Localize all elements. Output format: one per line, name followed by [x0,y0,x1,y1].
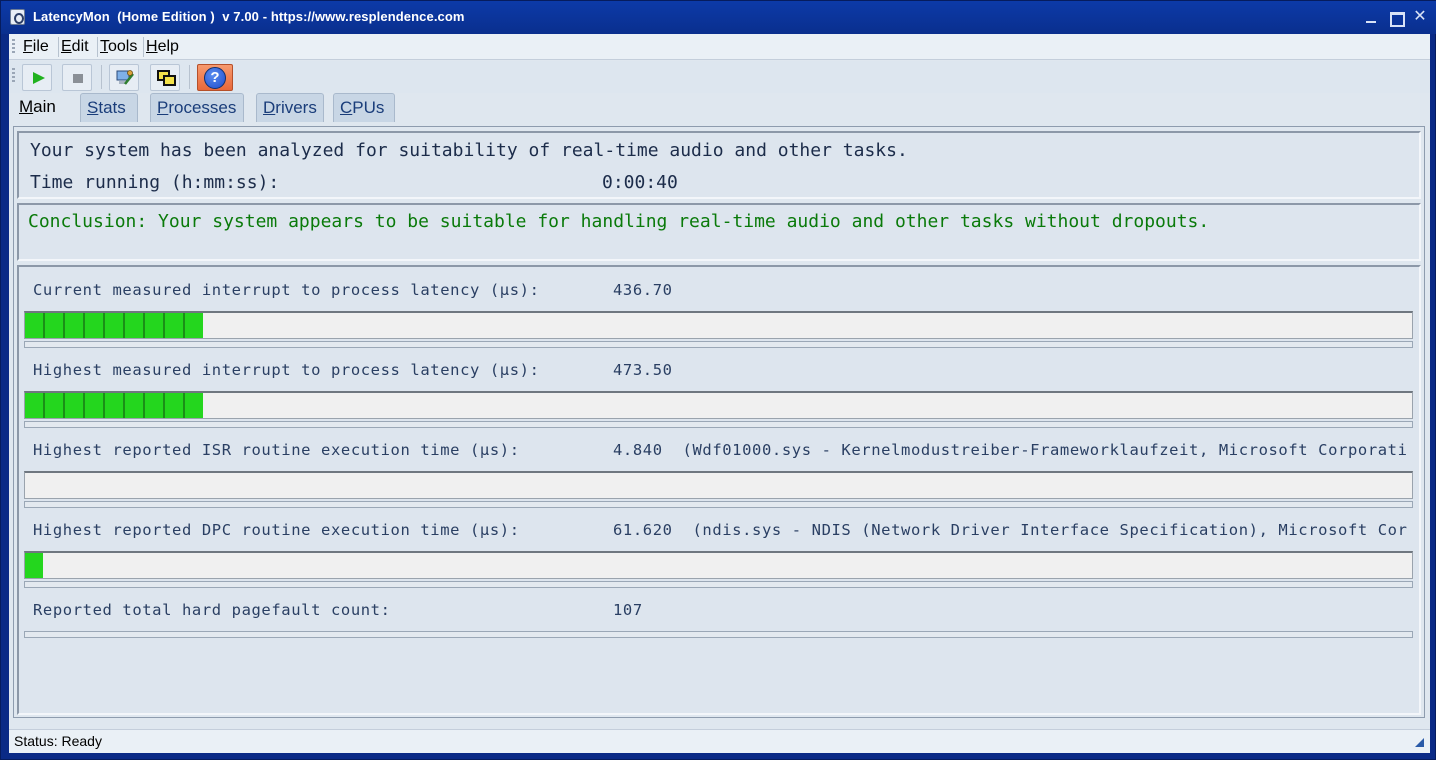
bar-underline [24,341,1413,348]
tab-drivers[interactable]: Drivers [256,93,324,122]
client-area: File Edit Tools Help ? Main Stats Proces… [9,34,1430,753]
toolbar: ? [9,61,1430,93]
maximize-button[interactable] [1386,8,1406,27]
status-text: Status: Ready [14,733,102,749]
app-window: LatencyMon (Home Edition ) v 7.00 - http… [0,0,1436,760]
close-button[interactable]: ✕ [1410,8,1430,26]
menu-divider [58,37,59,57]
metric-label: Highest reported ISR routine execution t… [33,441,520,459]
menu-edit[interactable]: Edit [61,38,89,56]
tab-processes[interactable]: Processes [150,93,244,122]
analysis-text: Your system has been analyzed for suitab… [30,140,908,161]
play-icon [33,72,45,84]
toolbar-grip [12,68,15,84]
menu-bar: File Edit Tools Help [9,34,1430,60]
analysis-summary-box: Your system has been analyzed for suitab… [17,131,1421,199]
window-title: LatencyMon (Home Edition ) v 7.00 - http… [33,9,465,24]
current-latency-bar [24,311,1413,339]
menu-tools[interactable]: Tools [100,38,137,56]
metric-label: Highest reported DPC routine execution t… [33,521,520,539]
help-button[interactable]: ? [197,64,233,91]
dpc-time-bar [24,551,1413,579]
metrics-box: Current measured interrupt to process la… [17,265,1421,715]
main-panel: Your system has been analyzed for suitab… [13,126,1425,718]
menu-help[interactable]: Help [146,38,179,56]
metric-value: 436.70 [613,281,673,299]
latency-bar-fill [25,313,203,338]
tab-stats[interactable]: Stats [80,93,138,122]
metric-label: Current measured interrupt to process la… [33,281,540,299]
menubar-grip [12,39,15,55]
bar-underline [24,581,1413,588]
toolbar-divider [189,65,190,89]
conclusion-text: Conclusion: Your system appears to be su… [28,211,1210,232]
bar-underline [24,631,1413,638]
computer-tools-icon [116,70,134,85]
tools-button[interactable] [109,64,139,91]
menu-file[interactable]: File [23,38,49,56]
help-icon: ? [204,67,226,89]
isr-time-bar [24,471,1413,499]
title-bar[interactable]: LatencyMon (Home Edition ) v 7.00 - http… [1,1,1436,34]
metric-value: 4.840 (Wdf01000.sys - Kernelmodustreiber… [613,441,1408,459]
bar-underline [24,421,1413,428]
bar-underline [24,501,1413,508]
menu-divider [97,37,98,57]
tab-cpus[interactable]: CPUs [333,93,395,122]
app-icon[interactable] [10,9,25,25]
time-running-label: Time running (h:mm:ss): [30,172,280,193]
windows-button[interactable] [150,64,180,91]
dpc-bar-fill [25,553,44,578]
metric-value: 473.50 [613,361,673,379]
stop-button[interactable] [62,64,92,91]
time-running-value: 0:00:40 [602,172,678,193]
metric-label: Highest measured interrupt to process la… [33,361,540,379]
minimize-button[interactable] [1361,8,1381,26]
start-button[interactable] [22,64,52,91]
tab-main[interactable]: Main [13,93,71,122]
status-bar: Status: Ready [9,729,1430,753]
resize-grip-icon[interactable] [1415,738,1424,747]
stop-icon [73,74,83,83]
toolbar-divider [101,65,102,89]
highest-latency-bar [24,391,1413,419]
metric-value: 61.620 (ndis.sys - NDIS (Network Driver … [613,521,1408,539]
window-icon [163,75,176,86]
tab-strip: Main Stats Processes Drivers CPUs [9,93,1430,122]
latency-bar-fill [25,393,203,418]
metric-label: Reported total hard pagefault count: [33,601,391,619]
menu-divider [143,37,144,57]
metric-value: 107 [613,601,643,619]
conclusion-box: Conclusion: Your system appears to be su… [17,203,1421,261]
